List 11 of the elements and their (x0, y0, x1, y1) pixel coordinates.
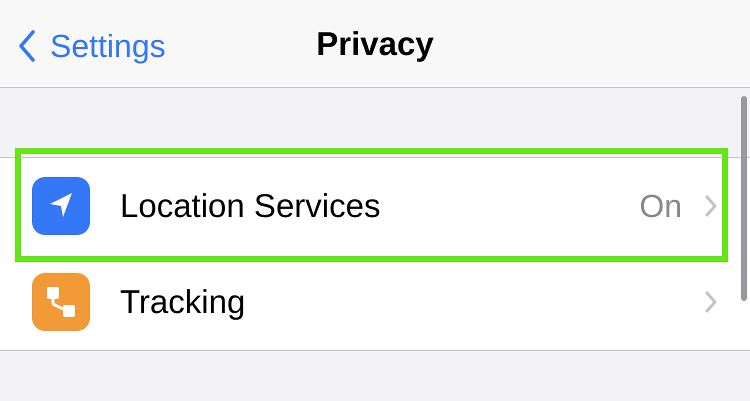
screen-title: Privacy (316, 24, 434, 64)
row-label: Tracking (120, 282, 246, 322)
chevron-icon (704, 194, 718, 218)
back-chevron-icon (18, 30, 36, 62)
row-value: On (639, 187, 682, 226)
chevron-icon (704, 290, 718, 314)
back-button[interactable]: Settings (18, 22, 166, 70)
row-label: Location Services (120, 186, 382, 226)
settings-row[interactable]: Tracking (0, 254, 750, 350)
settings-row[interactable]: Location Services On (0, 158, 750, 254)
tracking-icon (32, 273, 90, 331)
